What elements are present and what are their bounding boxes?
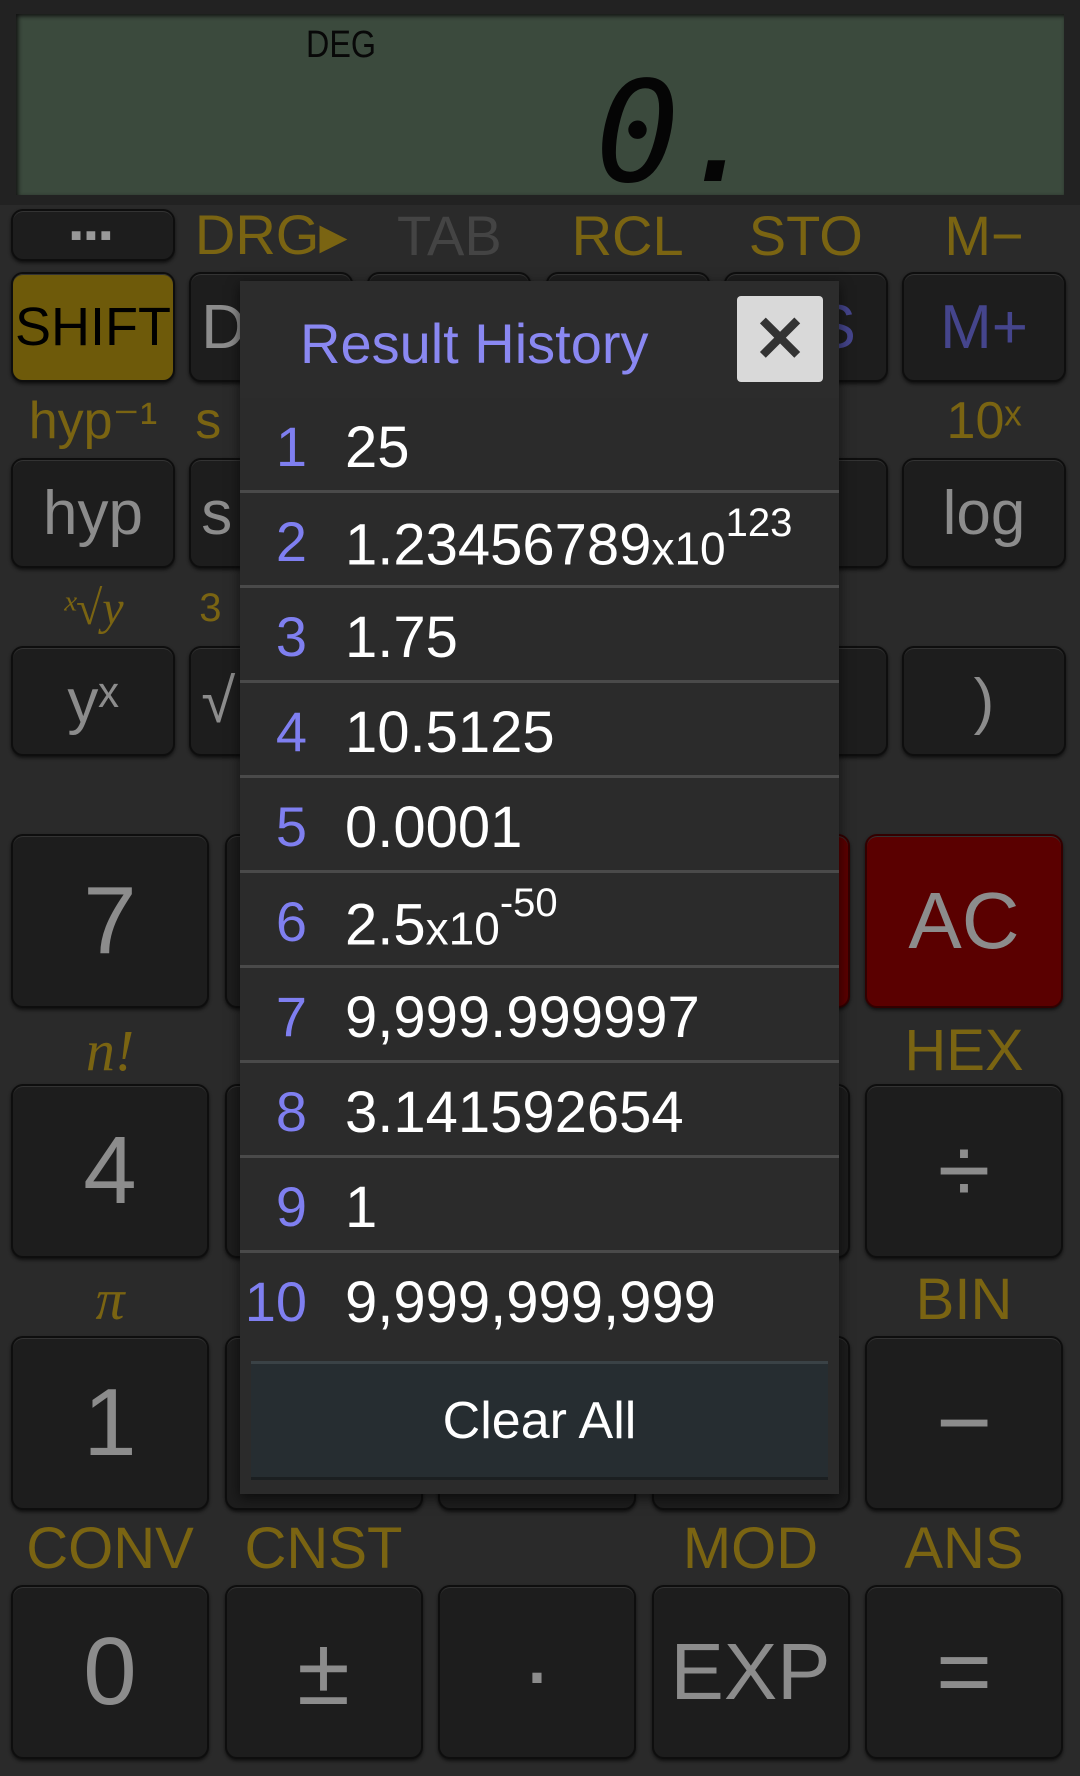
history-item[interactable]: 8 3.141592654 [240, 1063, 839, 1158]
history-index: 8 [275, 1080, 307, 1143]
label-4: ANS [904, 1515, 1024, 1581]
value-mantissa: 9,999.999997 [345, 985, 700, 1050]
dialog-title: Result History [300, 312, 649, 375]
history-value: 10.5125 [345, 699, 555, 766]
row7-key-1[interactable]: 0 [11, 1585, 209, 1759]
clear-all-button[interactable]: Clear All [251, 1361, 828, 1480]
history-index: 7 [275, 985, 307, 1048]
value-mantissa: 9,999,999,999 [345, 1270, 716, 1335]
shift-label-tab: TAB [397, 203, 502, 267]
label-0: n! [85, 1017, 135, 1083]
history-value: 9,999.999997 [345, 984, 700, 1051]
close-button[interactable]: ✕ [737, 296, 823, 382]
row3-key-6[interactable]: ) [902, 646, 1066, 756]
label-1: CNST [244, 1515, 403, 1581]
lcd-display: DEG 0. [16, 14, 1064, 204]
label-4: BIN [915, 1266, 1013, 1332]
angle-mode-indicator: DEG [306, 24, 377, 66]
more-dots-icon: ■■■ [70, 224, 116, 245]
value-mantissa: 2.5 [345, 892, 426, 958]
value-mantissa: 1.23456789 [345, 512, 652, 578]
row7-key-3[interactable]: · [438, 1585, 636, 1759]
history-index: 2 [275, 510, 307, 573]
label-0: π [95, 1266, 125, 1332]
value-exponent: 123 [725, 501, 793, 545]
history-value: 1.75 [345, 604, 458, 671]
row4-key-1[interactable]: 7 [11, 834, 209, 1008]
menu-key[interactable]: ■■■ [11, 209, 175, 261]
label-3: MOD [682, 1515, 819, 1581]
row5-key-5[interactable]: ÷ [865, 1084, 1063, 1258]
history-value: 1 [345, 1174, 377, 1241]
history-value: 2.5x10-50 [345, 881, 558, 958]
history-index: 1 [275, 415, 307, 478]
row7-key-4[interactable]: EXP [651, 1585, 850, 1759]
row6-key-5[interactable]: − [865, 1336, 1063, 1510]
history-value: 1.23456789x10123 [345, 501, 792, 578]
history-index: 6 [275, 890, 307, 953]
history-index: 5 [275, 795, 307, 858]
value-base: x10 [425, 902, 500, 955]
history-value: 3.141592654 [345, 1079, 684, 1146]
history-item[interactable]: 6 2.5x10-50 [240, 873, 839, 968]
history-item[interactable]: 4 10.5125 [240, 683, 839, 778]
label-xth-root: ˣ√y [62, 581, 124, 635]
row3-key-1[interactable]: yˣ [11, 646, 175, 756]
result-history-dialog: Result History ✕ 1 25 2 1.23456789x10123 3 1.… [240, 281, 839, 1494]
dialog-header: Result History ✕ [240, 281, 839, 398]
row5-key-1[interactable]: 4 [11, 1084, 209, 1258]
label-10-power-x: 10ˣ [946, 392, 1022, 450]
label-4: HEX [904, 1017, 1024, 1083]
history-item[interactable]: 5 0.0001 [240, 778, 839, 873]
row2-key-1[interactable]: hyp [11, 458, 175, 568]
history-value: 9,999,999,999 [345, 1269, 716, 1336]
close-x-icon: ✕ [753, 302, 807, 375]
history-item[interactable]: 7 9,999.999997 [240, 968, 839, 1063]
history-index: 3 [275, 605, 307, 668]
value-base: x10 [651, 522, 726, 575]
row6-key-1[interactable]: 1 [11, 1336, 209, 1510]
value-mantissa: 10.5125 [345, 700, 555, 765]
history-index: 4 [275, 700, 307, 763]
value-mantissa: 25 [345, 415, 410, 480]
label-0: CONV [26, 1515, 194, 1581]
shift-label-sto: STO [748, 203, 863, 267]
row1-key-1[interactable]: SHIFT [11, 272, 175, 382]
shift-label-m: M− [944, 203, 1024, 267]
display-value: 0. [595, 52, 764, 215]
history-index: 9 [275, 1175, 307, 1238]
row7-key-5[interactable]: = [865, 1585, 1063, 1759]
history-item[interactable]: 3 1.75 [240, 588, 839, 683]
display-frame: DEG 0. [0, 0, 1080, 205]
value-exponent: -50 [499, 881, 558, 925]
history-index: 10 [244, 1270, 307, 1333]
value-mantissa: 1 [345, 1175, 378, 1240]
history-item[interactable]: 1 25 [240, 398, 839, 493]
history-item[interactable]: 2 1.23456789x10123 [240, 493, 839, 588]
history-item[interactable]: 10 9,999,999,999 [240, 1253, 839, 1348]
label-hyp-inverse: hyp⁻¹ [28, 392, 158, 450]
shift-label-rcl: RCL [571, 203, 684, 267]
history-value: 25 [345, 414, 410, 481]
row1-key-6[interactable]: M+ [902, 272, 1066, 382]
label-fragment: 3 [199, 585, 222, 630]
row2-key-6[interactable]: log [902, 458, 1066, 568]
shift-label-drg: DRG▸ [194, 203, 348, 266]
value-mantissa: 0.0001 [345, 795, 523, 860]
history-item[interactable]: 91 [240, 1158, 839, 1253]
history-value: 0.0001 [345, 794, 522, 861]
row4-key-5[interactable]: AC [865, 834, 1063, 1008]
value-mantissa: 1.75 [345, 605, 458, 670]
row7-key-2[interactable]: ± [224, 1585, 423, 1759]
value-mantissa: 3.141592654 [345, 1080, 684, 1145]
